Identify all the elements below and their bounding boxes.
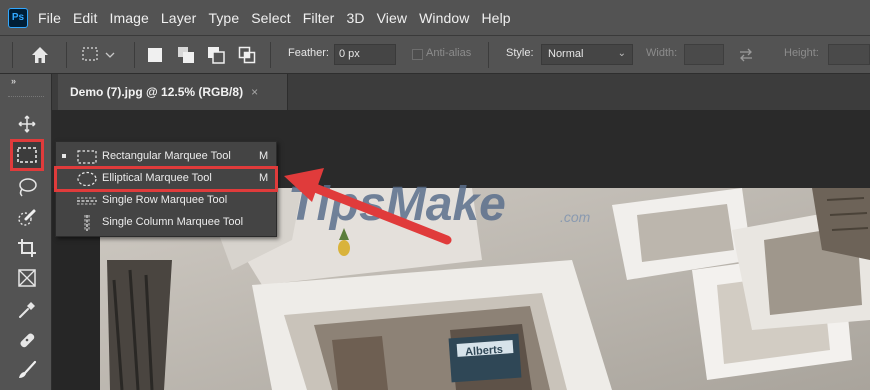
menu-bar: Ps File Edit Image Layer Type Select Fil…: [0, 0, 870, 36]
document-tab-title: Demo (7).jpg @ 12.5% (RGB/8): [70, 85, 244, 99]
options-separator: [270, 42, 271, 68]
rectangular-marquee-icon: [17, 147, 37, 163]
quick-selection-tool[interactable]: [12, 204, 42, 232]
intersect-with-selection-icon[interactable]: [238, 46, 256, 64]
elliptical-marquee-icon: [77, 171, 97, 187]
move-tool[interactable]: [12, 110, 42, 138]
add-to-selection-icon[interactable]: [177, 46, 195, 64]
tools-panel: »: [0, 74, 52, 390]
move-icon: [18, 115, 36, 133]
new-selection-icon[interactable]: [146, 46, 164, 64]
menu-item-shortcut: M: [259, 150, 269, 162]
feather-input[interactable]: 0 px: [334, 44, 396, 65]
single-column-marquee-menu-item[interactable]: Single Column Marquee Tool: [56, 212, 276, 234]
width-label: Width:: [646, 47, 678, 59]
elliptical-marquee-menu-item[interactable]: Elliptical Marquee Tool M: [54, 166, 278, 192]
lasso-tool[interactable]: [12, 173, 42, 201]
crop-tool[interactable]: [12, 234, 42, 262]
menu-file[interactable]: File: [38, 10, 61, 26]
options-grip: [12, 42, 13, 68]
menu-view[interactable]: View: [377, 10, 408, 26]
marquee-tool[interactable]: [10, 139, 44, 171]
feather-label: Feather:: [288, 47, 329, 59]
menu-item-shortcut: M: [259, 172, 269, 184]
options-separator: [134, 42, 135, 68]
menu-item-label: Single Row Marquee Tool: [102, 194, 228, 206]
swap-width-height-icon[interactable]: [737, 46, 755, 64]
rectangular-marquee-icon: [77, 150, 97, 164]
brush-tool[interactable]: [12, 356, 42, 384]
menu-3d[interactable]: 3D: [346, 10, 364, 26]
options-separator: [66, 42, 67, 68]
menu-select[interactable]: Select: [251, 10, 291, 26]
bandage-icon: [20, 333, 35, 348]
photoshop-logo-icon[interactable]: Ps: [8, 7, 28, 28]
home-icon[interactable]: [30, 45, 50, 65]
height-input[interactable]: [828, 44, 870, 65]
panel-grip[interactable]: [8, 96, 44, 98]
height-label: Height:: [784, 47, 819, 59]
options-bar: Feather: 0 px Anti-alias Style: Normal ⌄…: [0, 36, 870, 74]
menu-edit[interactable]: Edit: [73, 10, 98, 26]
eyedropper-tool[interactable]: [12, 296, 42, 324]
healing-brush-tool[interactable]: [12, 326, 42, 354]
menu-image[interactable]: Image: [110, 10, 149, 26]
marquee-tool-flyout: Rectangular Marquee Tool M Elliptical Ma…: [54, 141, 278, 237]
menu-help[interactable]: Help: [481, 10, 510, 26]
single-row-marquee-icon: [77, 197, 97, 205]
selected-bullet-icon: [62, 154, 66, 158]
style-select[interactable]: Normal ⌄: [541, 44, 633, 65]
anti-alias-checkbox[interactable]: [412, 49, 423, 60]
crop-icon: [18, 239, 36, 257]
document-tab[interactable]: Demo (7).jpg @ 12.5% (RGB/8) ×: [58, 74, 288, 110]
document-tab-bar: Demo (7).jpg @ 12.5% (RGB/8) ×: [0, 74, 870, 110]
rectangular-marquee-menu-item[interactable]: Rectangular Marquee Tool M: [56, 146, 276, 168]
lasso-icon: [19, 178, 37, 197]
watermark-suffix: .com: [560, 209, 591, 225]
single-row-marquee-menu-item[interactable]: Single Row Marquee Tool: [56, 190, 276, 212]
brush-icon: [19, 360, 37, 378]
options-separator: [488, 42, 489, 68]
tool-preset-picker[interactable]: [80, 45, 126, 65]
menu-item-label: Single Column Marquee Tool: [102, 216, 244, 228]
single-column-marquee-icon: [84, 215, 90, 231]
frame-tool[interactable]: [12, 264, 42, 292]
collapse-panel-icon[interactable]: »: [11, 76, 16, 86]
menu-type[interactable]: Type: [208, 10, 239, 26]
menu-window[interactable]: Window: [419, 10, 469, 26]
quick-selection-icon: [18, 209, 36, 226]
anti-alias-label: Anti-alias: [426, 47, 472, 59]
menu-layer[interactable]: Layer: [161, 10, 197, 26]
subtract-from-selection-icon[interactable]: [207, 46, 225, 64]
close-icon[interactable]: ×: [251, 85, 258, 99]
frame-icon: [18, 269, 36, 287]
style-label: Style:: [506, 47, 534, 59]
eyedropper-icon: [19, 302, 35, 318]
style-value: Normal: [548, 48, 584, 60]
menu-filter[interactable]: Filter: [303, 10, 335, 26]
chevron-down-icon: ⌄: [617, 48, 626, 59]
menu-item-label: Elliptical Marquee Tool: [102, 172, 212, 184]
width-input[interactable]: [684, 44, 724, 65]
menu-item-label: Rectangular Marquee Tool: [102, 150, 231, 162]
